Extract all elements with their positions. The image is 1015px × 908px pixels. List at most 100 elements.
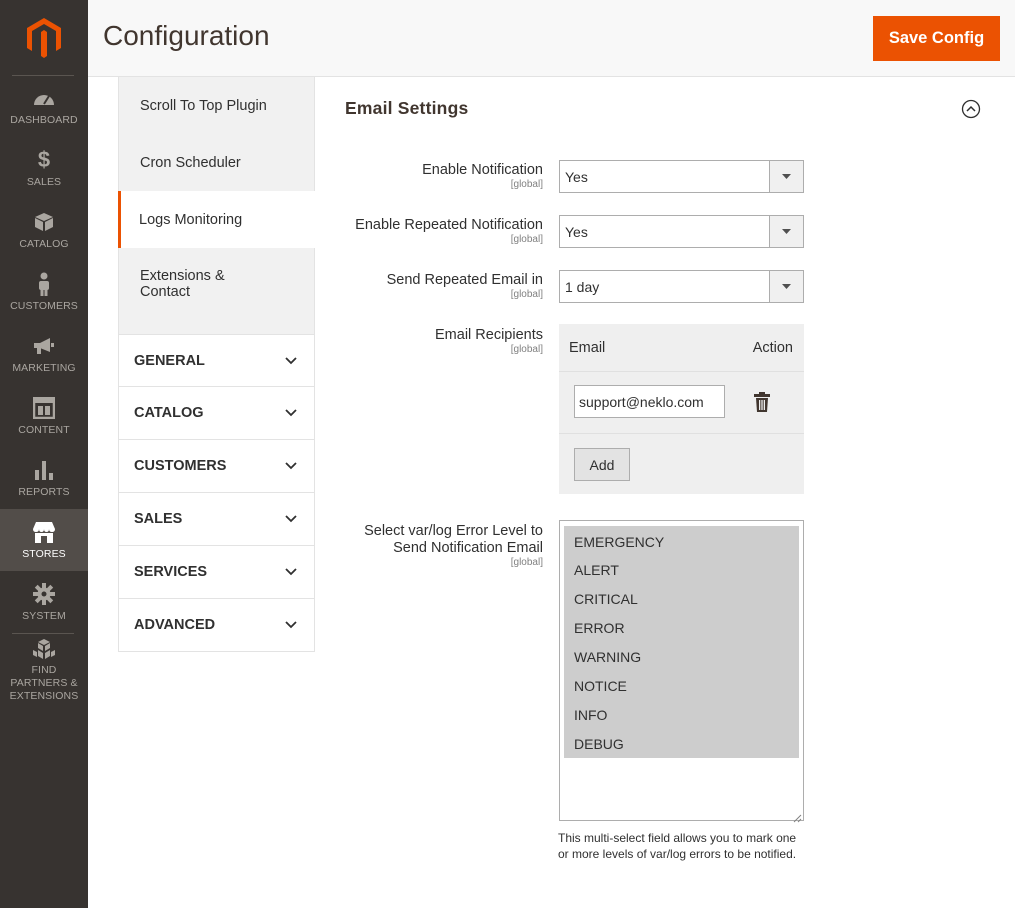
error-level-multiselect[interactable]: EMERGENCY ALERT CRITICAL ERROR WARNING N… [559, 520, 804, 823]
enable-notification-select[interactable]: Yes [559, 160, 804, 193]
dollar-icon: $ [37, 147, 51, 172]
gear-icon [31, 581, 57, 607]
option-notice[interactable]: NOTICE [564, 671, 799, 700]
trash-icon[interactable] [753, 392, 771, 412]
column-header-action: Action [752, 339, 793, 356]
tab-logs-monitoring[interactable]: Logs Monitoring [118, 191, 315, 248]
nav-item-label: MARKETING [12, 362, 76, 374]
resize-handle-icon[interactable] [793, 810, 802, 823]
chevron-down-icon [285, 564, 297, 580]
option-error[interactable]: ERROR [564, 613, 799, 642]
field-label: Enable Notification [422, 162, 543, 178]
tab-scroll-to-top-plugin[interactable]: Scroll To Top Plugin [118, 77, 315, 134]
nav-item-label: SALES [26, 176, 62, 188]
tab-group-label: SERVICES [134, 564, 208, 580]
caret-down-icon [769, 216, 803, 247]
person-icon [31, 271, 57, 297]
tab-extensions-contact-label: Extensions & Contact [140, 268, 225, 300]
error-level-label-block: Select var/log Error Level to Send Notif… [364, 523, 543, 568]
chevron-up-circle-icon[interactable] [961, 99, 981, 119]
column-header-email: Email [569, 339, 606, 356]
nav-item-label: SYSTEM [22, 610, 66, 622]
nav-item-label: STORES [22, 548, 66, 560]
add-recipient-button[interactable]: Add [574, 448, 630, 481]
nav-item-find-partners[interactable]: FIND PARTNERS & EXTENSIONS [0, 639, 88, 703]
nav-item-stores[interactable]: STORES [0, 509, 88, 571]
cubes-icon [31, 639, 57, 661]
tab-extensions-contact[interactable]: Extensions & Contact [118, 248, 315, 334]
field-label-line2: Send Notification Email [393, 540, 543, 556]
select-value: Yes [565, 223, 588, 240]
nav-divider [12, 633, 74, 634]
email-recipients-table: Email Action Add [559, 324, 804, 494]
admin-sidebar: DASHBOARD $ SALES CATALOG CUSTOMERS MARK… [0, 0, 88, 908]
layout-icon [31, 395, 57, 421]
send-repeated-email-select[interactable]: 1 day [559, 270, 804, 303]
tab-group-label: CATALOG [134, 405, 204, 421]
bar-chart-icon [31, 457, 57, 483]
email-recipients-label-block: Email Recipients [global] [435, 327, 543, 355]
option-emergency[interactable]: EMERGENCY [564, 526, 799, 555]
chevron-down-icon [285, 405, 297, 421]
field-label-line1: Select var/log Error Level to [364, 523, 543, 539]
config-tabs: Scroll To Top Plugin Cron Scheduler Logs… [118, 77, 315, 652]
chevron-down-icon [285, 353, 297, 369]
nav-item-label: FIND PARTNERS & EXTENSIONS [9, 664, 79, 702]
nav-item-customers[interactable]: CUSTOMERS [0, 261, 88, 323]
enable-repeated-label-block: Enable Repeated Notification [global] [355, 217, 543, 245]
nav-item-content[interactable]: CONTENT [0, 385, 88, 447]
tab-group-catalog[interactable]: CATALOG [118, 387, 315, 440]
nav-item-label: DASHBOARD [10, 114, 78, 126]
nav-item-label: CATALOG [19, 238, 69, 250]
chevron-down-icon [285, 617, 297, 633]
caret-down-icon [769, 271, 803, 302]
nav-item-label: REPORTS [18, 486, 70, 498]
tab-group-label: ADVANCED [134, 617, 216, 633]
option-debug[interactable]: DEBUG [564, 729, 799, 758]
tab-cron-scheduler[interactable]: Cron Scheduler [118, 134, 315, 191]
scope-label: [global] [510, 289, 543, 300]
send-repeated-label-block: Send Repeated Email in [global] [387, 272, 543, 300]
nav-item-system[interactable]: SYSTEM [0, 571, 88, 633]
save-config-button[interactable]: Save Config [873, 16, 1000, 61]
option-warning[interactable]: WARNING [564, 642, 799, 671]
error-level-help-note: This multi-select field allows you to ma… [558, 831, 797, 861]
option-critical[interactable]: CRITICAL [564, 584, 799, 613]
magento-logo-icon[interactable] [0, 0, 88, 75]
nav-item-reports[interactable]: REPORTS [0, 447, 88, 509]
tab-group-label: CUSTOMERS [134, 458, 227, 474]
tab-group-advanced[interactable]: ADVANCED [118, 599, 315, 652]
megaphone-icon [31, 333, 57, 359]
box-icon [31, 209, 57, 235]
store-icon [31, 519, 57, 545]
tab-group-label: SALES [134, 511, 183, 527]
scope-label: [global] [510, 557, 543, 568]
nav-item-sales[interactable]: $ SALES [0, 137, 88, 199]
tab-group-customers[interactable]: CUSTOMERS [118, 440, 315, 493]
table-row [559, 371, 804, 434]
page-title: Configuration [103, 20, 270, 51]
tab-group-services[interactable]: SERVICES [118, 546, 315, 599]
tab-group-general[interactable]: GENERAL [118, 334, 315, 387]
nav-item-marketing[interactable]: MARKETING [0, 323, 88, 385]
section-title[interactable]: Email Settings [345, 98, 468, 119]
scope-label: [global] [510, 234, 543, 245]
scope-label: [global] [510, 344, 543, 355]
enable-repeated-notification-select[interactable]: Yes [559, 215, 804, 248]
scope-label: [global] [510, 179, 543, 190]
table-header: Email Action [559, 324, 804, 371]
enable-notification-label-block: Enable Notification [global] [422, 162, 543, 190]
tab-group-label: GENERAL [134, 352, 205, 369]
tab-group-sales[interactable]: SALES [118, 493, 315, 546]
field-label: Email Recipients [435, 327, 543, 343]
nav-item-catalog[interactable]: CATALOG [0, 199, 88, 261]
chevron-down-icon [285, 458, 297, 474]
nav-item-dashboard[interactable]: DASHBOARD [0, 75, 88, 137]
field-label: Send Repeated Email in [386, 272, 543, 288]
select-value: Yes [565, 168, 588, 185]
nav-item-label: CUSTOMERS [10, 300, 78, 312]
option-alert[interactable]: ALERT [564, 555, 799, 584]
select-value: 1 day [565, 278, 600, 295]
option-info[interactable]: INFO [564, 700, 799, 729]
recipient-email-input[interactable] [574, 385, 725, 418]
